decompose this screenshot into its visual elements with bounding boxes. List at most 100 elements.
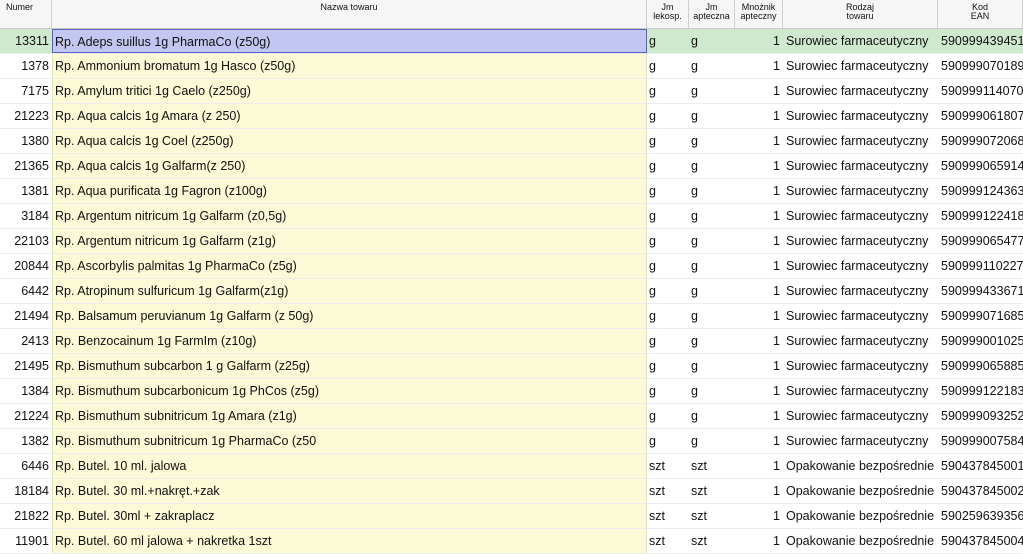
cell-kod-ean[interactable]: 5909991102272 [938,254,1023,278]
cell-jm-apteczna[interactable]: g [689,254,735,278]
cell-nazwa[interactable]: Rp. Argentum nitricum 1g Galfarm (z1g) [52,229,647,253]
cell-jm-lekosp[interactable]: g [647,204,689,228]
cell-rodzaj[interactable]: Surowiec farmaceutyczny [783,329,938,353]
cell-nazwa[interactable]: Rp. Aqua calcis 1g Amara (z 250) [52,104,647,128]
cell-kod-ean[interactable]: 5909990720682 [938,129,1023,153]
cell-nazwa[interactable]: Rp. Aqua calcis 1g Coel (z250g) [52,129,647,153]
cell-jm-apteczna[interactable]: g [689,279,735,303]
cell-kod-ean[interactable]: 5909990716852 [938,304,1023,328]
cell-kod-ean[interactable]: 5909990659142 [938,154,1023,178]
cell-nazwa[interactable]: Rp. Aqua purificata 1g Fagron (z100g) [52,179,647,203]
table-row[interactable]: 1384 Rp. Bismuthum subcarbonicum 1g PhCos… [0,379,1023,404]
cell-rodzaj[interactable]: Surowiec farmaceutyczny [783,379,938,403]
table-row[interactable]: 21495 Rp. Bismuthum subcarbon 1 g Galfarm… [0,354,1023,379]
cell-nazwa[interactable]: Rp. Amylum tritici 1g Caelo (z250g) [52,79,647,103]
cell-rodzaj[interactable]: Opakowanie bezpośrednie [783,454,938,478]
table-row[interactable]: 21223 Rp. Aqua calcis 1g Amara (z 250) g g 1… [0,104,1023,129]
cell-kod-ean[interactable]: 5909994336711 [938,279,1023,303]
cell-nazwa[interactable]: Rp. Butel. 10 ml. jalowa [52,454,647,478]
cell-nazwa[interactable]: Rp. Butel. 60 ml jalowa + nakretka 1szt [52,529,647,553]
cell-numer[interactable]: 21223 [0,104,52,128]
cell-rodzaj[interactable]: Surowiec farmaceutyczny [783,179,938,203]
table-row[interactable]: 21224 Rp. Bismuthum subnitricum 1g Amara … [0,404,1023,429]
table-row[interactable]: 1380 Rp. Aqua calcis 1g Coel (z250g) g g 1 Su… [0,129,1023,154]
cell-mnoznik[interactable]: 1 [735,154,783,178]
cell-rodzaj[interactable]: Surowiec farmaceutyczny [783,229,938,253]
cell-kod-ean[interactable]: 5909991243630 [938,179,1023,203]
cell-jm-lekosp[interactable]: g [647,379,689,403]
cell-jm-apteczna[interactable]: g [689,154,735,178]
cell-kod-ean[interactable]: 5904378450045 [938,529,1023,553]
table-row[interactable]: 1378 Rp. Ammonium bromatum 1g Hasco (z50g… [0,54,1023,79]
cell-kod-ean[interactable]: 5902596393564 [938,504,1023,528]
cell-mnoznik[interactable]: 1 [735,54,783,78]
table-row[interactable]: 3184 Rp. Argentum nitricum 1g Galfarm (z0… [0,204,1023,229]
cell-rodzaj[interactable]: Surowiec farmaceutyczny [783,129,938,153]
cell-rodzaj[interactable]: Opakowanie bezpośrednie [783,504,938,528]
cell-jm-apteczna[interactable]: g [689,229,735,253]
table-row[interactable]: 1382 Rp. Bismuthum subnitricum 1g PharmaC… [0,429,1023,454]
cell-jm-apteczna[interactable]: g [689,204,735,228]
cell-numer[interactable]: 7175 [0,79,52,103]
cell-kod-ean[interactable]: 5909990701896 [938,54,1023,78]
cell-nazwa[interactable]: Rp. Butel. 30 ml.+nakręt.+zak [52,479,647,503]
cell-rodzaj[interactable]: Surowiec farmaceutyczny [783,54,938,78]
cell-rodzaj[interactable]: Surowiec farmaceutyczny [783,204,938,228]
cell-numer[interactable]: 18184 [0,479,52,503]
cell-nazwa[interactable]: Rp. Ammonium bromatum 1g Hasco (z50g) [52,54,647,78]
table-row[interactable]: 21822 Rp. Butel. 30ml + zakraplacz szt szt 1… [0,504,1023,529]
cell-jm-apteczna[interactable]: szt [689,454,735,478]
cell-rodzaj[interactable]: Surowiec farmaceutyczny [783,429,938,453]
column-header-jm-apteczna[interactable]: Jm apteczna [689,0,735,28]
cell-numer[interactable]: 6442 [0,279,52,303]
table-row[interactable]: 6446 Rp. Butel. 10 ml. jalowa szt szt 1 Opako… [0,454,1023,479]
cell-mnoznik[interactable]: 1 [735,354,783,378]
cell-mnoznik[interactable]: 1 [735,479,783,503]
cell-rodzaj[interactable]: Surowiec farmaceutyczny [783,304,938,328]
cell-jm-apteczna[interactable]: g [689,404,735,428]
cell-rodzaj[interactable]: Surowiec farmaceutyczny [783,154,938,178]
cell-mnoznik[interactable]: 1 [735,304,783,328]
cell-nazwa[interactable]: Rp. Butel. 30ml + zakraplacz [52,504,647,528]
cell-kod-ean[interactable]: 5909991224189 [938,204,1023,228]
cell-jm-apteczna[interactable]: szt [689,529,735,553]
cell-rodzaj[interactable]: Surowiec farmaceutyczny [783,104,938,128]
cell-rodzaj[interactable]: Surowiec farmaceutyczny [783,404,938,428]
cell-rodzaj[interactable]: Opakowanie bezpośrednie [783,529,938,553]
table-row[interactable]: 1381 Rp. Aqua purificata 1g Fagron (z100g… [0,179,1023,204]
cell-jm-lekosp[interactable]: g [647,229,689,253]
cell-nazwa[interactable]: Rp. Balsamum peruvianum 1g Galfarm (z 50… [52,304,647,328]
cell-jm-lekosp[interactable]: g [647,104,689,128]
table-row[interactable]: 13311 Rp. Adeps suillus 1g PharmaCo (z50g… [0,29,1023,54]
cell-jm-lekosp[interactable]: szt [647,479,689,503]
cell-numer[interactable]: 11901 [0,529,52,553]
table-row[interactable]: 22103 Rp. Argentum nitricum 1g Galfarm (z… [0,229,1023,254]
cell-numer[interactable]: 21494 [0,304,52,328]
cell-numer[interactable]: 1380 [0,129,52,153]
cell-mnoznik[interactable]: 1 [735,429,783,453]
cell-mnoznik[interactable]: 1 [735,504,783,528]
table-row[interactable]: 18184 Rp. Butel. 30 ml.+nakręt.+zak szt szt… [0,479,1023,504]
cell-kod-ean[interactable]: 5909991140700 [938,79,1023,103]
cell-jm-lekosp[interactable]: g [647,29,689,53]
table-row[interactable]: 7175 Rp. Amylum tritici 1g Caelo (z250g) g… [0,79,1023,104]
cell-nazwa[interactable]: Rp. Bismuthum subcarbon 1 g Galfarm (z25… [52,354,647,378]
cell-mnoznik[interactable]: 1 [735,529,783,553]
table-row[interactable]: 21494 Rp. Balsamum peruvianum 1g Galfarm … [0,304,1023,329]
cell-jm-lekosp[interactable]: g [647,254,689,278]
cell-jm-apteczna[interactable]: g [689,329,735,353]
cell-jm-lekosp[interactable]: szt [647,529,689,553]
table-row[interactable]: 21365 Rp. Aqua calcis 1g Galfarm(z 250) g g… [0,154,1023,179]
cell-jm-apteczna[interactable]: g [689,104,735,128]
table-row[interactable]: 11901 Rp. Butel. 60 ml jalowa + nakretka … [0,529,1023,554]
cell-nazwa[interactable]: Rp. Aqua calcis 1g Galfarm(z 250) [52,154,647,178]
cell-numer[interactable]: 22103 [0,229,52,253]
cell-mnoznik[interactable]: 1 [735,329,783,353]
column-header-jm-lekosp[interactable]: Jm lekosp. [647,0,689,28]
cell-nazwa[interactable]: Rp. Atropinum sulfuricum 1g Galfarm(z1g) [52,279,647,303]
cell-jm-lekosp[interactable]: g [647,54,689,78]
cell-mnoznik[interactable]: 1 [735,279,783,303]
cell-jm-lekosp[interactable]: g [647,404,689,428]
column-header-mnoznik[interactable]: Mnożnik apteczny [735,0,783,28]
cell-kod-ean[interactable]: 5909990618071 [938,104,1023,128]
